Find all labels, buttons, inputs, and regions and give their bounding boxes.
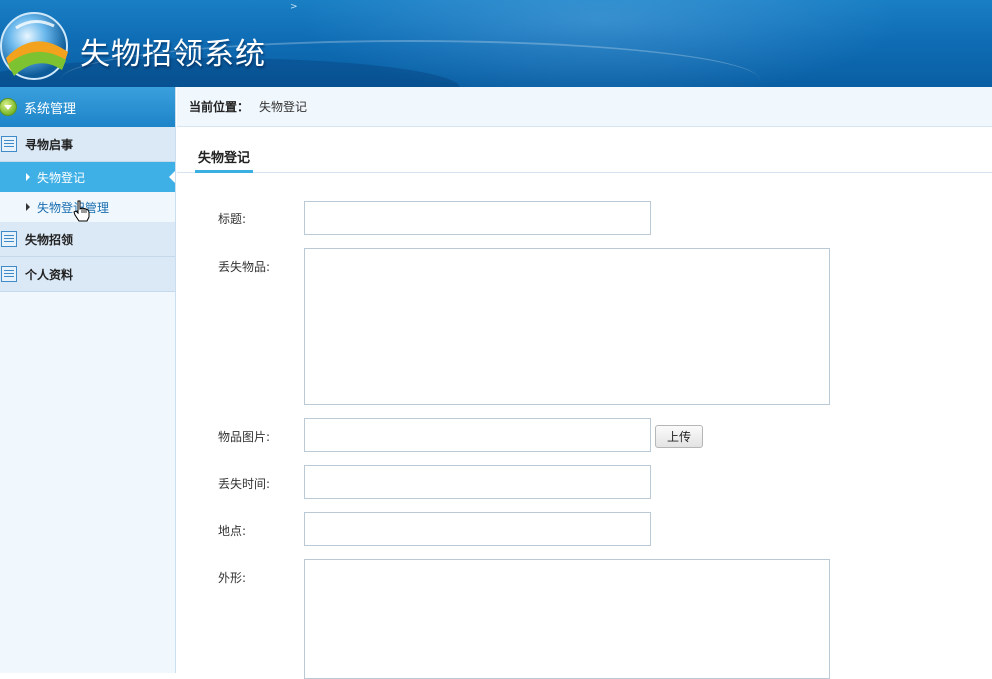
sidebar-group-label: 失物招领	[25, 232, 74, 247]
header-mark: >	[290, 2, 298, 12]
caret-right-icon	[26, 203, 30, 211]
breadcrumb: 当前位置： 失物登记	[177, 87, 992, 127]
sidebar-group-label: 寻物启事	[25, 137, 74, 152]
upload-button[interactable]: 上传	[655, 425, 703, 448]
lost-item-textarea[interactable]	[304, 248, 830, 405]
app-title: 失物招领系统	[80, 37, 266, 72]
list-icon	[1, 231, 17, 247]
appearance-label: 外形:	[218, 571, 247, 585]
list-icon	[1, 136, 17, 152]
sidebar-system-header[interactable]: 系统管理	[0, 87, 175, 127]
image-path-input[interactable]	[304, 418, 651, 452]
lost-item-label: 丢失物品:	[218, 260, 271, 274]
time-label: 丢失时间:	[218, 477, 271, 491]
location-input[interactable]	[304, 512, 651, 546]
appearance-textarea[interactable]	[304, 559, 830, 679]
globe-logo-icon	[0, 12, 68, 80]
collapse-toggle-icon	[0, 98, 17, 116]
lost-time-input[interactable]	[304, 465, 651, 499]
tab-bar: 失物登记	[177, 127, 992, 173]
sidebar-item-label: 失物登记	[37, 170, 86, 185]
sidebar-group-found-claim[interactable]: 失物招领	[0, 222, 175, 257]
app-header: > 失物招领系统	[0, 0, 992, 87]
sidebar-item-lost-register[interactable]: 失物登记	[0, 162, 175, 192]
sidebar-group-profile[interactable]: 个人资料	[0, 257, 175, 292]
sidebar: 系统管理 寻物启事 失物登记 失物登记管理 失物招领 个人资料	[0, 87, 176, 673]
sidebar-group-label: 个人资料	[25, 267, 74, 282]
tab-lost-register[interactable]: 失物登记	[195, 143, 254, 173]
title-input[interactable]	[304, 201, 651, 235]
hand-cursor-icon	[73, 200, 90, 222]
caret-right-icon	[26, 173, 30, 181]
location-label: 地点:	[218, 524, 247, 538]
image-label: 物品图片:	[218, 430, 271, 444]
sidebar-system-label: 系统管理	[24, 101, 77, 117]
sidebar-group-lost-notice[interactable]: 寻物启事	[0, 127, 175, 162]
list-icon	[1, 266, 17, 282]
breadcrumb-current: 失物登记	[259, 100, 308, 114]
breadcrumb-label: 当前位置：	[189, 100, 250, 114]
title-label: 标题:	[218, 212, 247, 226]
